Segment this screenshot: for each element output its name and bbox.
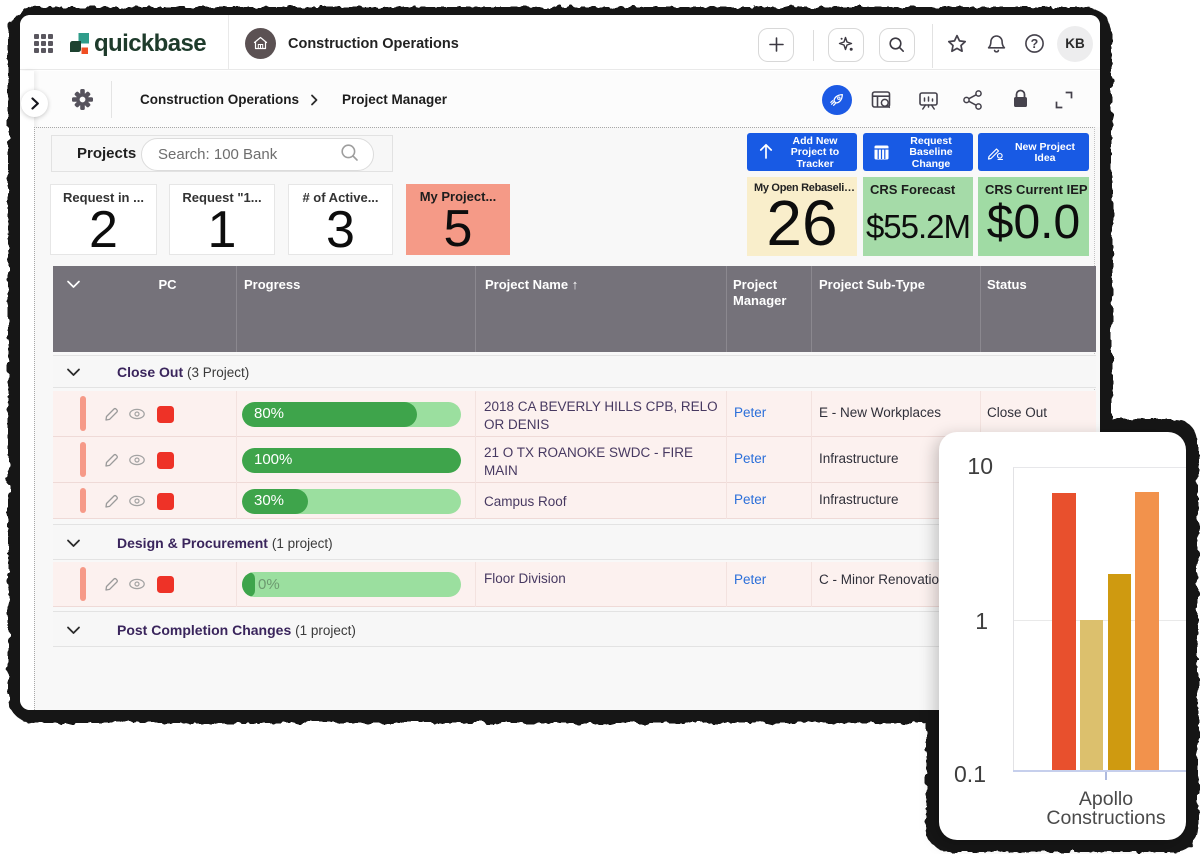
svg-text:?: ? (1031, 37, 1039, 51)
